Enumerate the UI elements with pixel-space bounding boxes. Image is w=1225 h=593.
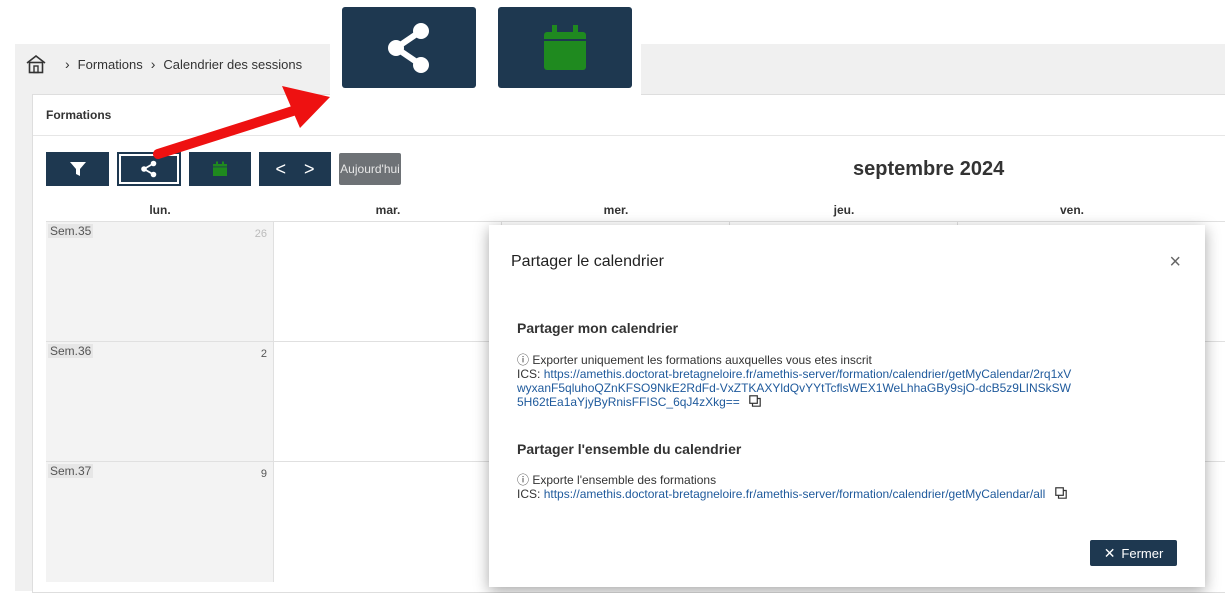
day-header-fri: ven. [1059, 203, 1084, 217]
chevron-right-icon: › [150, 56, 156, 72]
day-number: 9 [260, 468, 267, 480]
filter-icon [69, 162, 86, 176]
calendar-export-button[interactable] [189, 152, 251, 186]
week-label: Sem.36 [48, 344, 94, 358]
day-header-mon: lun. [149, 203, 171, 217]
day-cell[interactable]: 1 [274, 462, 502, 582]
breadcrumb-calendar: Calendrier des sessions [163, 56, 303, 72]
share-calendar-modal: Partager le calendrier × Partager mon ca… [489, 225, 1205, 587]
section-all-calendar-info: Exporte l'ensemble des formations [532, 473, 717, 487]
filter-button[interactable] [46, 152, 109, 186]
ics-label: ICS: [517, 367, 541, 381]
today-button[interactable]: Aujourd'hui [339, 153, 401, 185]
info-icon: ⓘ [517, 473, 530, 487]
day-number: 2 [260, 348, 267, 360]
copy-icon[interactable] [749, 395, 761, 410]
section-all-calendar-title: Partager l'ensemble du calendrier [517, 441, 742, 457]
section-my-calendar-body: ⓘ Exporter uniquement les formations aux… [517, 353, 1077, 410]
day-cell[interactable]: Sem.37 9 [46, 462, 274, 582]
month-title: septembre 2024 [853, 158, 1005, 180]
day-header-tue: mar. [375, 203, 401, 217]
day-cell[interactable]: 2 [274, 222, 502, 342]
chevron-left-icon[interactable]: < [275, 159, 286, 180]
close-button[interactable]: ✕ Fermer [1090, 540, 1177, 566]
info-icon: ⓘ [517, 353, 530, 367]
share-button[interactable] [117, 152, 181, 186]
day-cell[interactable]: Sem.35 26 [46, 222, 274, 342]
section-my-calendar-title: Partager mon calendrier [517, 320, 679, 336]
section-my-calendar-info: Exporter uniquement les formations auxqu… [532, 353, 872, 367]
ics-label: ICS: [517, 487, 541, 501]
share-icon [141, 160, 157, 178]
breadcrumb: › Formations › Calendrier des sessions [15, 44, 1225, 84]
modal-title: Partager le calendrier [511, 253, 664, 270]
home-icon[interactable] [25, 53, 47, 75]
section-all-calendar-body: ⓘ Exporte l'ensemble des formations ICS:… [517, 473, 1157, 502]
day-cell[interactable] [274, 342, 502, 462]
chevron-right-icon[interactable]: > [304, 159, 315, 180]
panel-title: Formations [33, 95, 1225, 136]
week-label: Sem.35 [48, 224, 94, 238]
copy-icon[interactable] [1054, 487, 1067, 502]
calendar-toolbar: < > Aujourd'hui [46, 152, 409, 186]
close-icon: ✕ [1103, 544, 1116, 561]
day-header-thu: jeu. [833, 203, 855, 217]
day-number: 26 [254, 228, 267, 240]
breadcrumb-formations[interactable]: Formations [78, 57, 143, 72]
calendar-icon [213, 161, 227, 176]
close-icon[interactable]: × [1169, 251, 1181, 274]
day-cell[interactable]: Sem.36 2 [46, 342, 274, 462]
my-calendar-ics-link[interactable]: https://amethis.doctorat-bretagneloire.f… [517, 367, 1071, 409]
chevron-right-icon: › [65, 56, 70, 72]
all-calendar-ics-link[interactable]: https://amethis.doctorat-bretagneloire.f… [544, 487, 1046, 501]
week-label: Sem.37 [48, 464, 94, 478]
close-button-label: Fermer [1121, 545, 1164, 561]
day-header-wed: mer. [603, 203, 629, 217]
nav-buttons[interactable]: < > [259, 152, 331, 186]
